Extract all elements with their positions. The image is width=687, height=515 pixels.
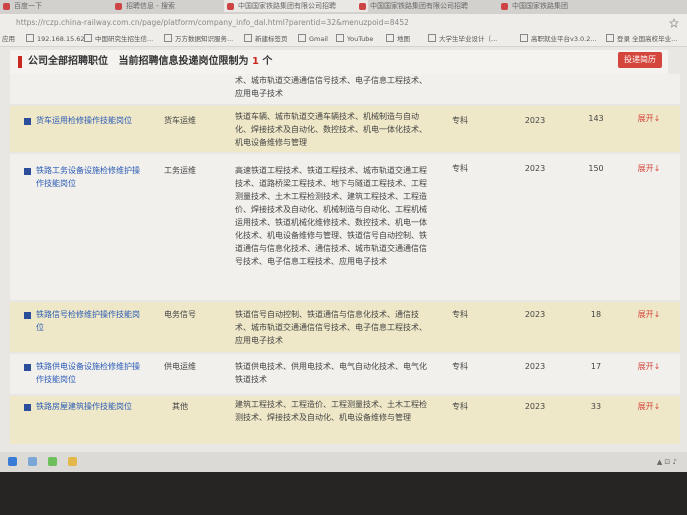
category-cell: 电务信号 <box>164 310 196 319</box>
job-name-link[interactable]: 铁路工务设备设施检修维护操作技能岗位 <box>36 164 144 190</box>
header-accent <box>18 56 22 68</box>
table-row: 铁路供电设备设施检修维护操作技能岗位 供电运维 铁道供电技术、供用电技术、电气自… <box>10 354 680 394</box>
bookmark-item[interactable]: 应用 <box>2 32 15 46</box>
job-name-link[interactable]: 铁路供电设备设施检修维护操作技能岗位 <box>36 360 144 386</box>
table-row: 货车运用检修操作技能岗位 货车运维 铁道车辆、城市轨道交通车辆技术、机械制造与自… <box>10 106 680 152</box>
limit-count: 1 <box>251 56 259 67</box>
year-cell: 2023 <box>524 116 546 125</box>
bookmark-item[interactable]: 万方数据知识服务... <box>164 32 233 46</box>
browser-tab[interactable]: 招聘信息 - 搜索 <box>112 0 236 12</box>
count-cell: 143 <box>588 114 604 123</box>
browser-tab-active[interactable]: 中国国家铁路集团有限公司招聘 <box>224 0 368 12</box>
gmail-icon <box>298 34 306 42</box>
page-icon <box>244 34 252 42</box>
deliver-resume-button[interactable]: 投递简历 <box>618 52 662 68</box>
bookmark-item[interactable]: 登录 全国高校毕业... <box>606 32 677 46</box>
education-cell: 专科 <box>452 116 468 125</box>
category-cell: 货车运维 <box>164 116 196 125</box>
table-row: 铁路工务设备设施检修维护操作技能岗位 工务运维 高速铁道工程技术、铁道工程技术、… <box>10 154 680 300</box>
url-field[interactable]: https://rczp.china-railway.com.cn/page/p… <box>16 17 409 29</box>
row-marker-icon <box>24 404 31 411</box>
page-icon <box>520 34 528 42</box>
page-icon <box>26 34 34 42</box>
education-cell: 专科 <box>452 164 468 173</box>
count-cell: 18 <box>590 310 602 319</box>
system-tray: ▲ ⊡ ♪ <box>656 458 677 466</box>
tab-favicon-icon <box>3 3 10 10</box>
page-icon <box>164 34 172 42</box>
majors-cell: 铁道信号自动控制、铁道通信与信息化技术、通信技术、城市轨道交通通信信号技术、电子… <box>235 310 427 345</box>
year-cell: 2023 <box>524 402 546 411</box>
page-title: 公司全部招聘职位 当前招聘信息投递岗位限制为 1 个 <box>28 56 273 67</box>
table-row: 铁路信号检修维护操作技能岗位 电务信号 铁道信号自动控制、铁道通信与信息化技术、… <box>10 302 680 352</box>
section-header: 公司全部招聘职位 当前招聘信息投递岗位限制为 1 个 投递简历 <box>10 50 668 74</box>
tab-favicon-icon <box>115 3 122 10</box>
table-row: 铁路房屋建筑操作技能岗位 其他 建筑工程技术、工程造价、工程测量技术、土木工程检… <box>10 396 680 444</box>
youtube-icon <box>336 34 344 42</box>
folder-icon[interactable] <box>68 457 77 466</box>
page-icon <box>84 34 92 42</box>
count-cell: 17 <box>590 362 602 371</box>
bookmark-item[interactable]: YouTube <box>336 32 373 46</box>
year-cell: 2023 <box>524 362 546 371</box>
row-marker-icon <box>24 364 31 371</box>
address-bar: https://rczp.china-railway.com.cn/page/p… <box>0 14 687 32</box>
map-icon <box>386 34 394 42</box>
expand-link[interactable]: 展开↓ <box>628 360 670 373</box>
bookmark-item[interactable]: 高职就业平台v3.0.2... <box>520 32 597 46</box>
row-marker-icon <box>24 168 31 175</box>
taskbar: ▲ ⊡ ♪ <box>0 452 687 472</box>
tab-favicon-icon <box>359 3 366 10</box>
majors-cell: 铁道车辆、城市轨道交通车辆技术、机械制造与自动化、焊接技术及自动化、数控技术、机… <box>235 112 427 147</box>
bookmark-item[interactable]: 192.168.15.62 <box>26 32 85 46</box>
year-cell: 2023 <box>524 164 546 173</box>
expand-link[interactable]: 展开↓ <box>628 162 670 175</box>
category-cell: 工务运维 <box>164 166 196 175</box>
category-cell: 供电运维 <box>164 362 196 371</box>
row-marker-icon <box>24 312 31 319</box>
education-cell: 专科 <box>452 310 468 319</box>
tab-bar: 百度一下 招聘信息 - 搜索 中国国家铁路集团有限公司招聘 中国国家铁路集团有限… <box>0 0 687 14</box>
count-cell: 150 <box>588 164 604 173</box>
bookmark-item[interactable]: 大学生毕业设计（... <box>428 32 497 46</box>
education-cell: 专科 <box>452 362 468 371</box>
expand-link[interactable]: 展开↓ <box>628 308 670 321</box>
tab-favicon-icon <box>227 3 234 10</box>
tab-favicon-icon <box>501 3 508 10</box>
bookmark-item[interactable]: 中国研究生招生信... <box>84 32 153 46</box>
expand-link[interactable]: 展开↓ <box>628 400 670 413</box>
majors-cell: 术、城市轨道交通通信信号技术、电子信息工程技术、应用电子技术 <box>235 76 427 98</box>
majors-cell: 建筑工程技术、工程造价、工程测量技术、土木工程检测技术、焊接技术及自动化、机电设… <box>235 400 427 422</box>
bookmark-item[interactable]: 地图 <box>386 32 410 46</box>
table-row: 术、城市轨道交通通信信号技术、电子信息工程技术、应用电子技术 <box>10 74 680 104</box>
bookmarks-bar: 应用 192.168.15.62 中国研究生招生信... 万方数据知识服务...… <box>0 32 687 47</box>
browser-tab[interactable]: 百度一下 <box>0 0 124 12</box>
job-name-link[interactable]: 铁路房屋建筑操作技能岗位 <box>36 400 144 413</box>
job-name-link[interactable]: 货车运用检修操作技能岗位 <box>36 114 144 127</box>
row-marker-icon <box>24 118 31 125</box>
browser-tab[interactable]: 中国国家铁路集团 <box>498 0 612 12</box>
search-icon[interactable] <box>28 457 37 466</box>
category-cell: 其他 <box>172 402 188 411</box>
browser-tab[interactable]: 中国国家铁路集团有限公司招聘 <box>356 0 510 12</box>
page-icon <box>606 34 614 42</box>
desk-surface <box>0 472 687 515</box>
expand-link[interactable]: 展开↓ <box>628 112 670 125</box>
year-cell: 2023 <box>524 310 546 319</box>
bookmark-item[interactable]: Gmail <box>298 32 328 46</box>
star-icon[interactable] <box>669 18 679 28</box>
majors-cell: 高速铁道工程技术、铁道工程技术、城市轨道交通工程技术、道路桥梁工程技术、地下与隧… <box>235 166 427 266</box>
count-cell: 33 <box>590 402 602 411</box>
job-name-link[interactable]: 铁路信号检修维护操作技能岗位 <box>36 308 144 334</box>
education-cell: 专科 <box>452 402 468 411</box>
start-icon[interactable] <box>8 457 17 466</box>
browser-screen: 百度一下 招聘信息 - 搜索 中国国家铁路集团有限公司招聘 中国国家铁路集团有限… <box>0 0 687 472</box>
page-icon <box>428 34 436 42</box>
browser-icon[interactable] <box>48 457 57 466</box>
majors-cell: 铁道供电技术、供用电技术、电气自动化技术、电气化铁道技术 <box>235 362 427 384</box>
bookmark-item[interactable]: 新建标签页 <box>244 32 288 46</box>
